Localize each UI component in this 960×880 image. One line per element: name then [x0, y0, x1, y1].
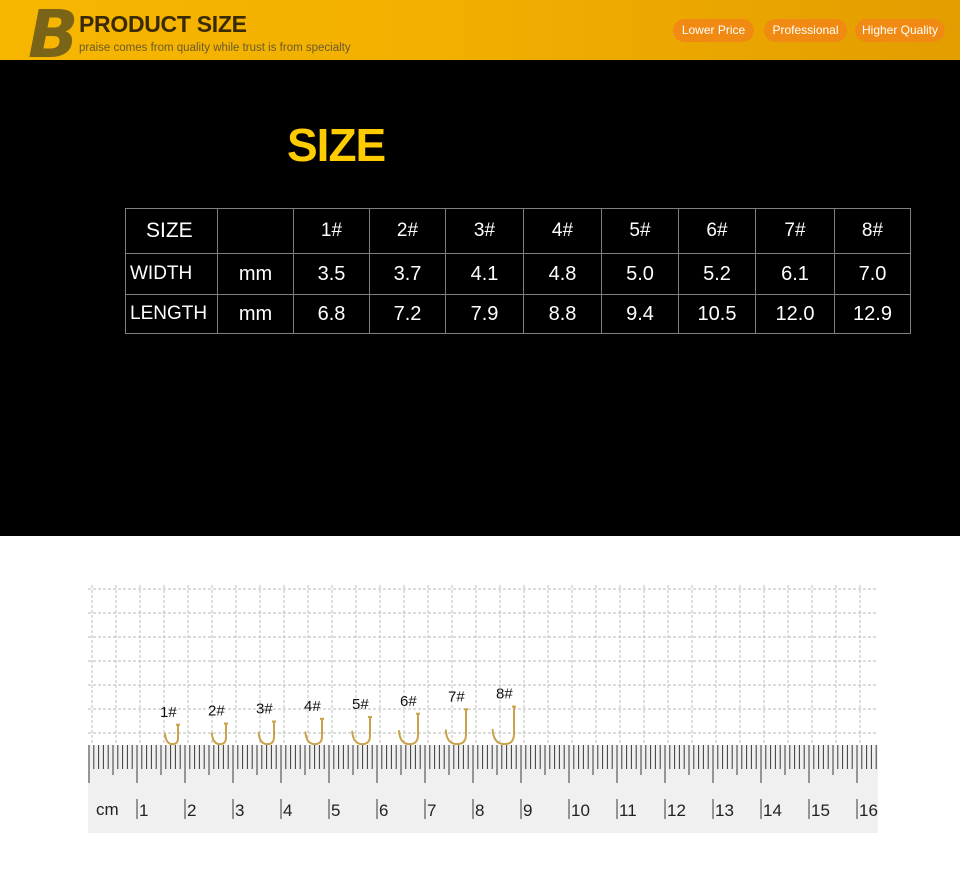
header-size: SIZE [125, 208, 218, 254]
ruler-illustration: 1# 2# 3# 4# 5# 6# 7# 8# cm 1 2 3 4 5 6 7 8 9 10 11 12 13 14 15… [88, 585, 878, 833]
size-table: SIZE 1# 2# 3# 4# 5# 6# 7# 8# WIDTH mm 3.… [125, 208, 911, 334]
banner-title: PRODUCT SIZE [79, 11, 247, 37]
ruler-number: 2 [187, 801, 196, 820]
width-cell: 5.2 [678, 253, 756, 295]
length-cell: 10.5 [678, 294, 756, 334]
row-unit: mm [217, 253, 294, 295]
header-size-3: 3# [445, 208, 524, 254]
hook-label: 2# [208, 703, 225, 720]
grid-paper [88, 585, 878, 745]
header-unit [217, 208, 294, 254]
table-row-width: WIDTH mm 3.5 3.7 4.1 4.8 5.0 5.2 6.1 7.0 [125, 253, 911, 295]
ruler-number: 13 [715, 801, 734, 820]
header-size-8: 8# [834, 208, 911, 254]
table-header-row: SIZE 1# 2# 3# 4# 5# 6# 7# 8# [125, 208, 911, 254]
ruler-number: 5 [331, 801, 340, 820]
length-cell: 12.0 [755, 294, 835, 334]
length-cell: 7.2 [369, 294, 446, 334]
hook-label: 3# [256, 700, 273, 717]
hook-label: 1# [160, 704, 177, 721]
header-size-1: 1# [293, 208, 370, 254]
ruler-number: 10 [571, 801, 590, 820]
ruler-number: 14 [763, 801, 782, 820]
width-cell: 3.5 [293, 253, 370, 295]
ruler-number: 6 [379, 801, 388, 820]
row-unit: mm [217, 294, 294, 334]
ruler-number: 9 [523, 801, 532, 820]
ruler-number: 16 [859, 801, 878, 820]
length-cell: 7.9 [445, 294, 524, 334]
hook-ruler-photo: 1# 2# 3# 4# 5# 6# 7# 8# cm 1 2 3 4 5 6 7 8 9 10 11 12 13 14 15… [88, 585, 878, 833]
ruler-number: 12 [667, 801, 686, 820]
ruler-number: 7 [427, 801, 436, 820]
width-cell: 7.0 [834, 253, 911, 295]
grid-background [88, 585, 878, 745]
hook-label: 4# [304, 698, 321, 715]
ruler-number: 15 [811, 801, 830, 820]
ruler-strip: cm 1 2 3 4 5 6 7 8 9 10 11 12 13 14 15 16 [88, 745, 878, 833]
ruler-number: 8 [475, 801, 484, 820]
length-cell: 8.8 [523, 294, 602, 334]
width-cell: 5.0 [601, 253, 679, 295]
hook-label: 8# [496, 686, 513, 703]
hook-label: 5# [352, 696, 369, 713]
ruler-number: 1 [139, 801, 148, 820]
width-cell: 3.7 [369, 253, 446, 295]
length-cell: 6.8 [293, 294, 370, 334]
badge-professional: Professional [764, 19, 847, 42]
hook-label: 6# [400, 693, 417, 710]
width-cell: 6.1 [755, 253, 835, 295]
table-row-length: LENGTH mm 6.8 7.2 7.9 8.8 9.4 10.5 12.0 … [125, 294, 911, 334]
length-cell: 12.9 [834, 294, 911, 334]
ruler-unit-label: cm [96, 800, 119, 819]
row-label-width: WIDTH [125, 253, 218, 295]
width-cell: 4.1 [445, 253, 524, 295]
row-label-length: LENGTH [125, 294, 218, 334]
ruler-number: 11 [619, 801, 637, 820]
header-size-4: 4# [523, 208, 602, 254]
header-banner: B PRODUCT SIZE praise comes from quality… [0, 0, 960, 60]
ruler-number: 3 [235, 801, 244, 820]
header-size-5: 5# [601, 208, 679, 254]
badge-higher-quality: Higher Quality [855, 19, 945, 42]
size-heading: SIZE [287, 119, 386, 171]
header-size-2: 2# [369, 208, 446, 254]
brand-logo: B [28, 0, 78, 60]
width-cell: 4.8 [523, 253, 602, 295]
hook-label: 7# [448, 688, 465, 705]
ruler-number: 4 [283, 801, 292, 820]
length-cell: 9.4 [601, 294, 679, 334]
header-size-6: 6# [678, 208, 756, 254]
header-size-7: 7# [755, 208, 835, 254]
banner-subtitle: praise comes from quality while trust is… [79, 42, 351, 54]
badge-lower-price: Lower Price [673, 19, 754, 42]
